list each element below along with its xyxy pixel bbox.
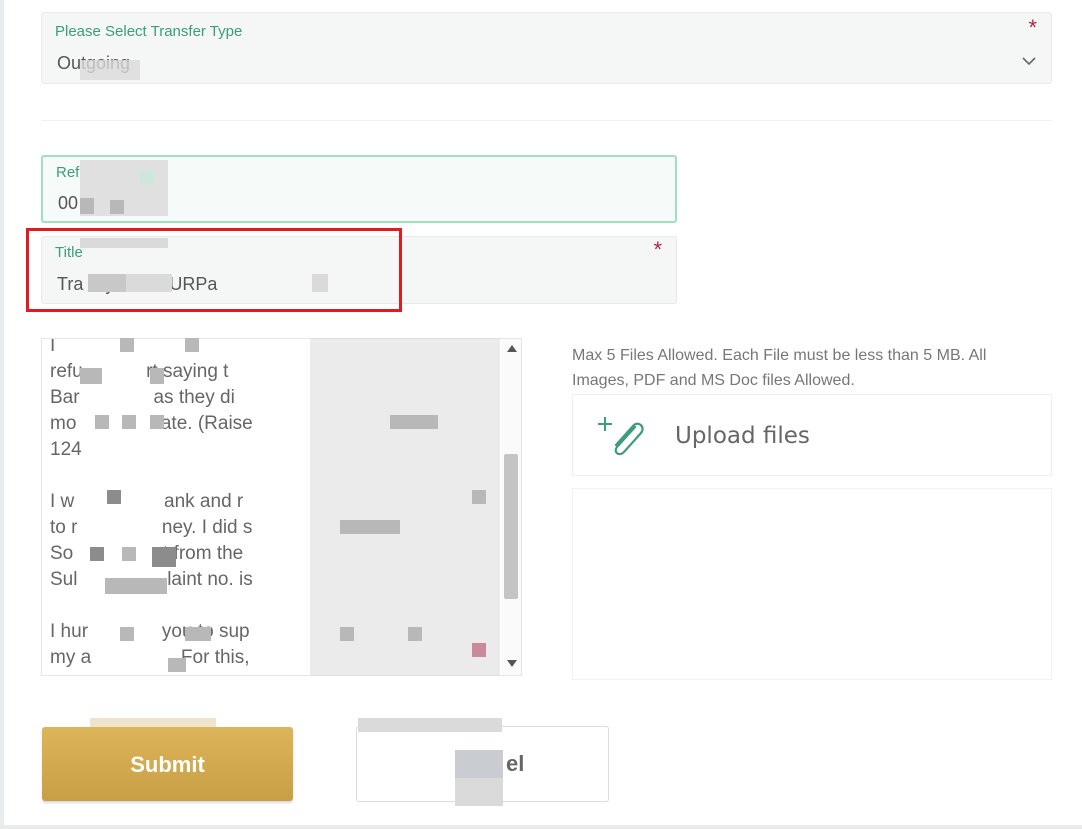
chevron-down-icon xyxy=(1022,57,1036,66)
redaction-pixel xyxy=(340,520,400,534)
redaction-pixel xyxy=(185,627,211,641)
redaction-pixel xyxy=(408,627,422,641)
submit-button[interactable]: Submit xyxy=(42,727,293,801)
redaction-pixel xyxy=(168,658,186,672)
transfer-type-label: Please Select Transfer Type xyxy=(55,23,243,40)
cancel-button-label: el xyxy=(506,751,525,776)
scroll-down-arrow-icon[interactable] xyxy=(507,660,517,667)
redaction-pixel xyxy=(80,60,140,80)
redaction-pixel xyxy=(120,338,134,352)
redaction-pixel xyxy=(80,198,94,214)
redaction-pixel xyxy=(340,627,354,641)
redaction-pixel xyxy=(107,490,121,504)
transfer-type-select[interactable]: Please Select Transfer Type * Outgoing xyxy=(41,12,1052,84)
reference-label: Ref xyxy=(56,164,80,181)
window-border-left xyxy=(0,0,4,829)
redaction-pixel xyxy=(80,368,102,384)
redaction-pixel xyxy=(472,490,486,504)
redaction-pixel xyxy=(95,415,109,429)
redaction-pixel xyxy=(152,547,176,567)
window-border-bottom xyxy=(0,825,1082,829)
redaction-pixel xyxy=(472,643,486,657)
scrollbar-thumb[interactable] xyxy=(504,454,518,599)
redaction-pixel xyxy=(122,415,136,429)
redaction-pixel xyxy=(390,415,438,429)
redaction-pixel xyxy=(358,718,502,732)
upload-files-button[interactable]: Upload files xyxy=(572,394,1052,476)
attach-paperclip-icon xyxy=(598,417,644,456)
redaction-pixel xyxy=(455,750,503,780)
redaction-pixel xyxy=(120,627,134,641)
file-drop-area[interactable] xyxy=(572,488,1052,680)
redaction-pixel xyxy=(185,338,199,352)
redaction-pixel xyxy=(150,368,164,384)
annotation-highlight-box xyxy=(26,228,402,312)
redaction-pixel xyxy=(310,338,500,676)
section-divider xyxy=(41,120,1052,121)
redaction-pixel xyxy=(105,578,167,594)
reference-value: 00 xyxy=(58,193,79,213)
upload-files-label: Upload files xyxy=(675,423,810,449)
redaction-pixel xyxy=(140,170,154,184)
redaction-pixel xyxy=(90,547,104,561)
scrollbar[interactable] xyxy=(501,339,521,675)
required-marker: * xyxy=(1028,15,1037,40)
redaction-pixel xyxy=(122,547,136,561)
redaction-pixel xyxy=(455,778,503,806)
scroll-up-arrow-icon[interactable] xyxy=(507,345,517,352)
required-marker: * xyxy=(653,237,662,262)
redaction-pixel xyxy=(110,200,124,214)
upload-hint-text: Max 5 Files Allowed. Each File must be l… xyxy=(572,347,987,389)
redaction-pixel xyxy=(150,415,164,429)
